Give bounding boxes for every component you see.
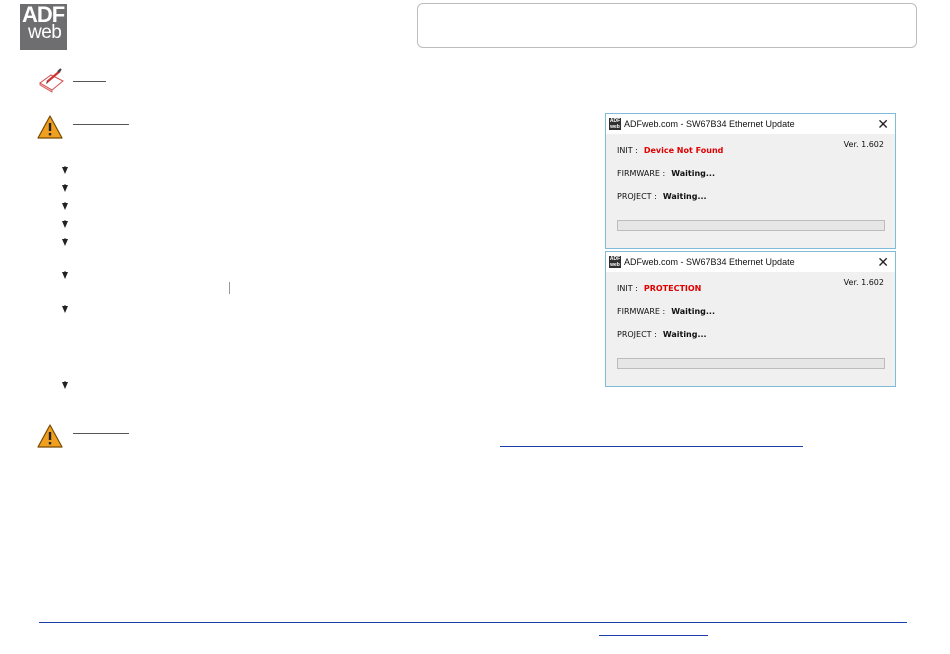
update-dialog-protection: ADF web ADFweb.com - SW67B34 Ethernet Up… xyxy=(605,251,896,387)
update-dialog-device-not-found: ADF web ADFweb.com - SW67B34 Ethernet Up… xyxy=(605,113,896,249)
project-value: Waiting... xyxy=(662,192,707,201)
dialog-titlebar: ADF web ADFweb.com - SW67B34 Ethernet Up… xyxy=(606,252,895,272)
footer-divider xyxy=(39,622,907,623)
init-value: PROTECTION xyxy=(643,284,702,293)
init-label: INIT : xyxy=(617,146,638,155)
warning-icon xyxy=(37,424,63,448)
init-value: Device Not Found xyxy=(643,146,724,155)
firmware-value: Waiting... xyxy=(671,307,716,316)
warning-icon xyxy=(37,115,63,139)
arrow-bullet-icon xyxy=(62,166,68,174)
hyperlink-underline[interactable] xyxy=(500,446,803,447)
arrow-bullet-icon xyxy=(62,202,68,210)
close-icon[interactable]: ✕ xyxy=(877,116,889,132)
logo-text-web: web xyxy=(28,22,62,43)
adfweb-logo: ADF web xyxy=(20,2,67,50)
project-value: Waiting... xyxy=(662,330,707,339)
progress-bar xyxy=(617,220,885,231)
progress-bar xyxy=(617,358,885,369)
project-label: PROJECT : xyxy=(617,330,657,339)
close-icon[interactable]: ✕ xyxy=(877,254,889,270)
firmware-value: Waiting... xyxy=(671,169,716,178)
project-label: PROJECT : xyxy=(617,192,657,201)
note-heading-underline xyxy=(73,81,106,82)
init-status: INIT : Device Not Found xyxy=(617,146,723,155)
firmware-status: FIRMWARE : Waiting... xyxy=(617,307,715,316)
arrow-bullet-icon xyxy=(62,305,68,313)
project-status: PROJECT : Waiting... xyxy=(617,330,707,339)
init-label: INIT : xyxy=(617,284,638,293)
warning-heading-underline xyxy=(73,433,129,434)
header-box xyxy=(417,3,917,48)
dialog-title: ADFweb.com - SW67B34 Ethernet Update xyxy=(624,257,795,267)
init-status: INIT : PROTECTION xyxy=(617,284,701,293)
firmware-label: FIRMWARE : xyxy=(617,307,666,316)
arrow-bullet-icon xyxy=(62,238,68,246)
warning-heading-underline xyxy=(73,124,129,125)
firmware-label: FIRMWARE : xyxy=(617,169,666,178)
note-pencil-icon xyxy=(39,68,64,93)
text-cursor-mark xyxy=(229,282,230,294)
dialog-title: ADFweb.com - SW67B34 Ethernet Update xyxy=(624,119,795,129)
version-label: Ver. 1.602 xyxy=(843,278,884,287)
footer-link-underline[interactable] xyxy=(599,635,708,636)
arrow-bullet-icon xyxy=(62,220,68,228)
arrow-bullet-icon xyxy=(62,381,68,389)
app-icon: ADF web xyxy=(609,118,621,130)
dialog-titlebar: ADF web ADFweb.com - SW67B34 Ethernet Up… xyxy=(606,114,895,134)
app-icon: ADF web xyxy=(609,256,621,268)
arrow-bullet-icon xyxy=(62,271,68,279)
project-status: PROJECT : Waiting... xyxy=(617,192,707,201)
firmware-status: FIRMWARE : Waiting... xyxy=(617,169,715,178)
arrow-bullet-icon xyxy=(62,184,68,192)
version-label: Ver. 1.602 xyxy=(843,140,884,149)
